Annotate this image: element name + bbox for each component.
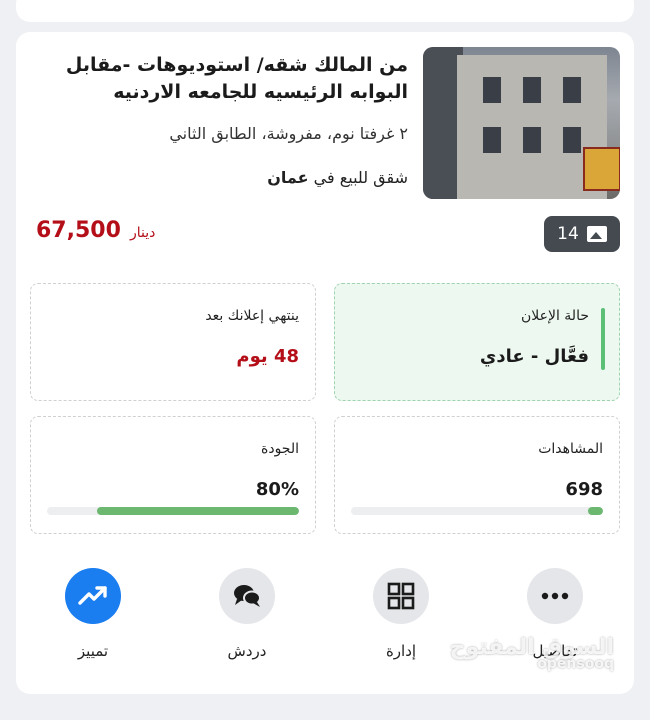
views-value: 698 (565, 479, 603, 500)
price-currency: دينار (130, 225, 156, 241)
expiry-label: ينتهي إعلانك بعد (205, 308, 299, 324)
views-label: المشاهدات (538, 441, 603, 457)
listing-location: شقق للبيع في عمان (48, 168, 408, 187)
location-prefix: شقق للبيع في (313, 168, 408, 187)
quality-label: الجودة (261, 441, 299, 457)
listing-subtitle: ٢ غرفتا نوم، مفروشة، الطابق الثاني (169, 124, 408, 143)
manage-label: إدارة (385, 642, 417, 660)
listing-card[interactable]: من المالك شقه/ استوديوهات -مقابل البوابه… (16, 32, 634, 694)
status-label: حالة الإعلان (520, 308, 589, 324)
quality-progress-bar (47, 507, 299, 515)
quality-box: الجودة 80% (30, 416, 316, 534)
promote-label: تمييز (77, 642, 109, 660)
views-progress-fill (587, 507, 603, 515)
opensooq-watermark: السوق المفتوح opensooq (450, 635, 614, 672)
views-box: المشاهدات 698 (334, 416, 620, 534)
photo-count-badge[interactable]: 14 (544, 216, 620, 252)
more-icon (541, 592, 569, 600)
views-progress-bar (351, 507, 603, 515)
chat-button[interactable]: دردش (202, 568, 292, 660)
listing-title[interactable]: من المالك شقه/ استوديوهات -مقابل البوابه… (48, 52, 408, 106)
location-city: عمان (267, 168, 309, 187)
promote-button[interactable]: تمييز (48, 568, 138, 660)
photo-count-value: 14 (557, 224, 579, 244)
trending-up-icon (78, 586, 107, 605)
image-icon (586, 226, 607, 242)
ad-status-box: حالة الإعلان فعَّال - عادي (334, 283, 620, 401)
quality-value: 80% (255, 479, 299, 500)
listing-photo[interactable] (423, 47, 620, 199)
manage-button[interactable]: إدارة (356, 568, 446, 660)
quality-progress-fill (97, 507, 299, 515)
price-amount: 67,500 (36, 218, 121, 243)
ad-expiry-box: ينتهي إعلانك بعد 48 يوم (30, 283, 316, 401)
listing-price: دينار 67,500 (36, 218, 155, 243)
status-value: فعَّال - عادي (479, 346, 589, 367)
chat-label: دردش (227, 642, 267, 660)
previous-listing-card[interactable] (16, 0, 634, 22)
chat-icon (234, 585, 261, 607)
expiry-value: 48 يوم (236, 346, 299, 367)
status-accent-bar (601, 308, 605, 370)
grid-icon (387, 582, 415, 610)
